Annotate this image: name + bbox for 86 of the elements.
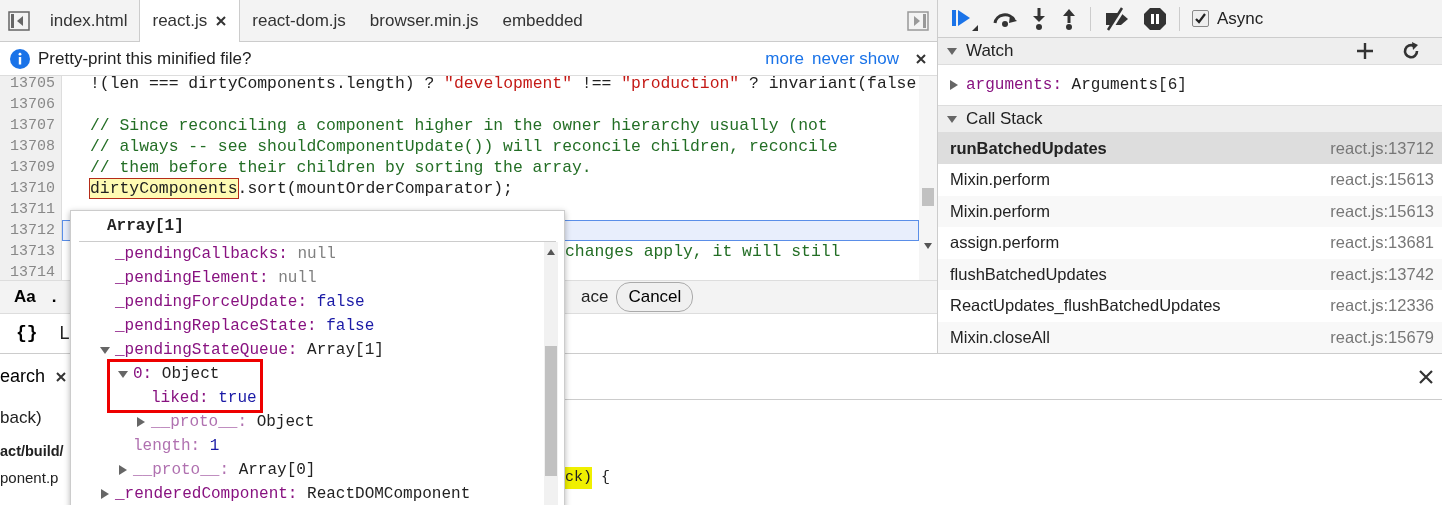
file-tab[interactable]: index.html [38, 0, 140, 41]
match-case-button[interactable]: Aa [14, 284, 36, 310]
expand-arrow-icon[interactable] [99, 488, 111, 500]
pause-icon[interactable] [1143, 6, 1167, 31]
call-frame[interactable]: assign.perform react.js:13681 [938, 227, 1442, 259]
search-match[interactable]: ck) [565, 466, 592, 490]
property-entry[interactable]: _pendingStateQueue: Array[1] [115, 338, 384, 362]
close-icon[interactable] [1418, 368, 1434, 385]
string-literal: "production" [621, 76, 740, 93]
call-frame[interactable]: ReactUpdates_flushBatchedUpdates react.js:12336 [938, 290, 1442, 322]
frame-location[interactable]: react.js:15613 [1330, 167, 1434, 193]
call-frame[interactable]: runBatchedUpdates react.js:13712 [938, 132, 1442, 164]
code-comment: changes apply, it will still [565, 242, 841, 261]
infobar-message: Pretty-print this minified file? [38, 47, 253, 70]
scrollbar[interactable] [919, 76, 937, 280]
code-text: !== [580, 76, 613, 93]
frame-function: Mixin.closeAll [950, 326, 1050, 348]
code-comment: // always -- see shouldComponentUpdate()) will reconcile children, reconcile [90, 137, 838, 156]
status-text: L [59, 322, 70, 345]
property-entry[interactable]: _pendingForceUpdate: false [115, 290, 365, 314]
refresh-icon[interactable] [1402, 42, 1420, 61]
property-entry[interactable]: _renderedComponent: ReactDOMComponent [115, 482, 471, 505]
call-frame[interactable]: Mixin.perform react.js:15613 [938, 164, 1442, 196]
call-frame[interactable]: Mixin.closeAll react.js:15679 [938, 321, 1442, 353]
call-frame[interactable]: flushBatchedUpdates react.js:13742 [938, 258, 1442, 290]
close-icon[interactable] [915, 52, 927, 65]
frame-function: assign.perform [950, 232, 1060, 254]
scroll-thumb[interactable] [922, 188, 934, 206]
expand-arrow-icon[interactable] [135, 416, 147, 428]
hovered-identifier: dirtyComponents [90, 179, 238, 198]
collapse-arrow-icon[interactable] [99, 344, 111, 356]
check-icon [1194, 12, 1207, 26]
string-literal: "development" [444, 76, 572, 93]
call-frame[interactable]: Mixin.perform react.js:15613 [938, 195, 1442, 227]
scroll-up-icon[interactable] [546, 248, 556, 256]
property-entry[interactable]: length: 1 [133, 434, 220, 458]
property-entry[interactable]: _pendingReplaceState: false [115, 314, 375, 338]
sidebar-toggle-icon[interactable] [907, 10, 929, 31]
info-icon [10, 48, 30, 69]
code-text: ? invariant(false [748, 76, 917, 93]
watch-expression[interactable]: arguments: Arguments[6] [966, 72, 1187, 97]
property-entry[interactable]: liked: true [151, 386, 257, 410]
collapse-arrow-icon[interactable] [117, 368, 129, 380]
popover-title: Array[1] [79, 211, 556, 242]
scrollbar[interactable] [544, 242, 558, 505]
frame-function: Mixin.perform [950, 200, 1050, 222]
property-entry[interactable]: __proto__: Array[0] [133, 458, 316, 482]
search-query-field[interactable]: back) [0, 404, 42, 431]
add-icon[interactable] [1356, 42, 1374, 61]
file-tab[interactable]: react.js [139, 0, 241, 42]
result-file-path[interactable]: act/build/ [0, 441, 64, 463]
expand-arrow-icon[interactable] [117, 464, 129, 476]
cancel-button[interactable]: Cancel [616, 282, 694, 312]
property-entry[interactable]: __proto__: Object [151, 410, 315, 434]
infobar-link[interactable]: more [765, 45, 805, 72]
frame-function: runBatchedUpdates [950, 137, 1107, 159]
file-tab[interactable]: react-dom.js [240, 0, 358, 41]
frame-function: flushBatchedUpdates [950, 263, 1107, 285]
scroll-thumb[interactable] [545, 346, 557, 476]
code-comment: // Since reconciling a component higher in the owner hierarchy usually (not [90, 116, 828, 135]
close-icon[interactable] [55, 370, 68, 383]
replace-label[interactable]: ace [581, 284, 609, 310]
property-entry[interactable]: 0: Object [133, 362, 220, 386]
file-tab[interactable]: embedded [490, 0, 595, 41]
infobar-link[interactable]: never show [812, 45, 899, 72]
property-entry[interactable]: _pendingElement: null [115, 266, 317, 290]
frame-location[interactable]: react.js:15679 [1330, 324, 1434, 350]
pretty-print-button[interactable]: {} [16, 320, 38, 347]
file-tab[interactable]: browser.min.js [357, 0, 491, 41]
expand-arrow-icon[interactable] [948, 78, 960, 91]
frame-location[interactable]: react.js:13742 [1330, 261, 1434, 287]
async-checkbox[interactable]: Async [1192, 5, 1264, 32]
frame-location[interactable]: react.js:15613 [1330, 198, 1434, 224]
frame-function: Mixin.perform [950, 169, 1050, 191]
property-entry[interactable]: _pendingCallbacks: null [115, 242, 336, 266]
code-comment: // them before their children by sorting the array. [90, 158, 592, 177]
result-line-text[interactable]: { [592, 466, 611, 490]
code-text: !(len === dirtyComponents.length) ? [90, 76, 436, 93]
code-text: .sort(mountOrderComparator); [237, 179, 513, 198]
scroll-down-icon[interactable] [923, 242, 933, 250]
close-icon[interactable] [215, 15, 228, 27]
sidebar-toggle-icon[interactable] [8, 10, 30, 31]
frame-function: ReactUpdates_flushBatchedUpdates [950, 295, 1221, 317]
frame-location[interactable]: react.js:12336 [1330, 293, 1434, 319]
frame-location[interactable]: react.js:13681 [1330, 230, 1434, 256]
regex-button[interactable]: . [51, 284, 57, 310]
